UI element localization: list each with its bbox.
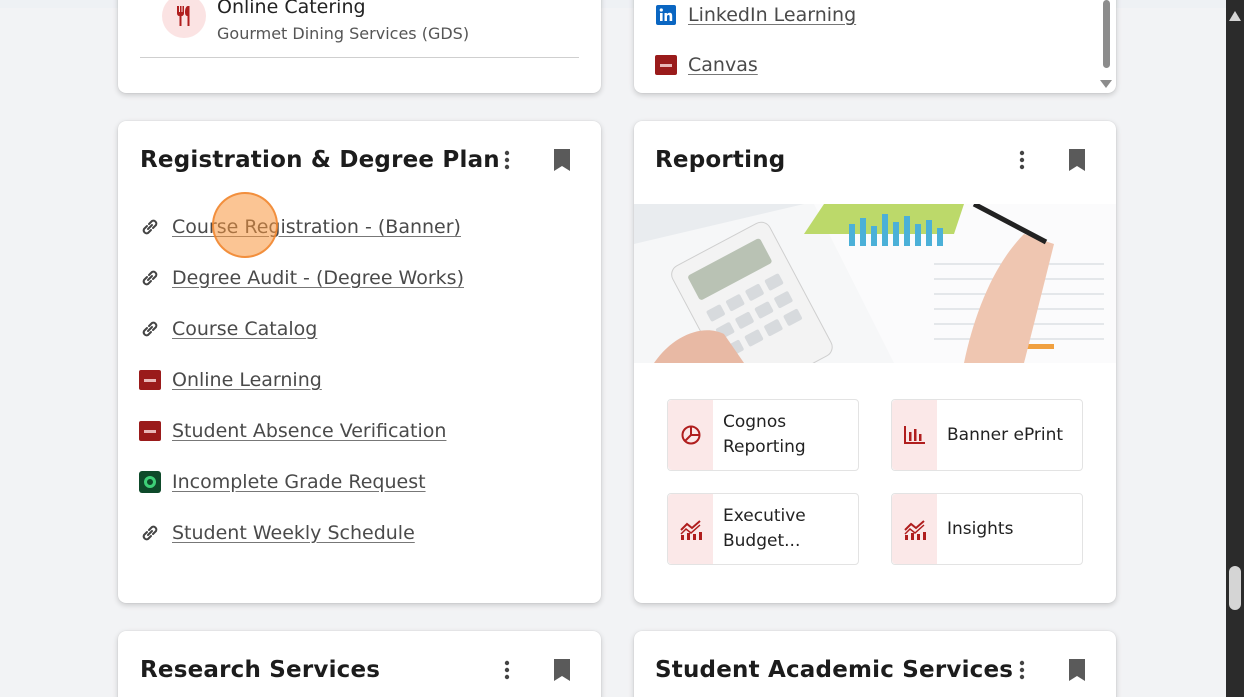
link-label: Incomplete Grade Request — [172, 471, 426, 493]
student-weekly-schedule-link[interactable]: Student Weekly Schedule — [139, 522, 415, 544]
card-title: Reporting — [655, 147, 786, 173]
link-label: Online Learning — [172, 369, 322, 391]
tile-label: Executive Budget... — [723, 506, 806, 551]
course-catalog-link[interactable]: Course Catalog — [139, 318, 317, 340]
registration-card: Registration & Degree Plan Course Regist… — [118, 121, 601, 603]
bookmark-icon[interactable] — [554, 149, 570, 171]
fork-knife-icon — [177, 6, 190, 26]
executive-budget-tile[interactable]: Executive Budget... — [667, 493, 859, 565]
bookmark-icon[interactable] — [554, 659, 570, 681]
page-scrollbar-thumb[interactable] — [1229, 566, 1241, 610]
insights-tile[interactable]: Insights — [891, 493, 1083, 565]
link-icon — [139, 522, 161, 544]
divider — [140, 57, 579, 58]
scroll-up-arrow-icon[interactable] — [1229, 11, 1241, 21]
link-icon — [139, 216, 161, 238]
more-options-icon[interactable] — [1019, 150, 1025, 170]
canvas-link[interactable]: Canvas — [655, 54, 758, 76]
linkedin-icon — [655, 4, 677, 26]
link-label: Course Catalog — [172, 318, 318, 340]
reporting-card: Reporting Cognos Reporting Banner ePrint… — [634, 121, 1116, 603]
card-title: Research Services — [140, 657, 381, 683]
analytics-icon — [892, 494, 937, 564]
more-options-icon[interactable] — [1019, 660, 1025, 680]
cognos-reporting-tile[interactable]: Cognos Reporting — [667, 399, 859, 471]
incomplete-grade-request-link[interactable]: Incomplete Grade Request — [139, 471, 426, 493]
canvas-logo-icon — [655, 54, 677, 76]
tile-label: Insights — [947, 518, 1014, 539]
bookmark-icon[interactable] — [1069, 659, 1085, 681]
linkedin-learning-link[interactable]: LinkedIn Learning — [655, 4, 856, 26]
scroll-down-arrow-icon — [1100, 80, 1112, 88]
student-absence-verification-link[interactable]: Student Absence Verification — [139, 420, 446, 442]
analytics-icon — [668, 494, 713, 564]
course-registration-link[interactable]: Course Registration - (Banner) — [139, 216, 461, 238]
more-options-icon[interactable] — [504, 660, 510, 680]
bookmark-icon[interactable] — [1069, 149, 1085, 171]
inner-scrollbar-thumb[interactable] — [1103, 0, 1110, 68]
link-icon — [139, 267, 161, 289]
dining-card: Online Catering Gourmet Dining Services … — [118, 0, 601, 93]
bar-chart-icon — [892, 400, 937, 470]
research-card: Research Services — [118, 631, 601, 697]
link-label: Course Registration - (Banner) — [172, 216, 461, 238]
tile-label: Banner ePrint — [947, 424, 1064, 445]
dining-icon-circle — [162, 0, 206, 38]
online-learning-link[interactable]: Online Learning — [139, 369, 322, 391]
banner-eprint-tile[interactable]: Banner ePrint — [891, 399, 1083, 471]
green-ring-logo-icon — [139, 471, 161, 493]
link-label: LinkedIn Learning — [688, 4, 857, 26]
card-title: Registration & Degree Plan — [140, 147, 500, 173]
tile-label: Cognos Reporting — [723, 412, 806, 457]
more-options-icon[interactable] — [504, 150, 510, 170]
university-logo-icon — [139, 420, 161, 442]
link-label: Degree Audit - (Degree Works) — [172, 267, 464, 289]
academic-card: Student Academic Services — [634, 631, 1116, 697]
learning-card: LinkedIn Learning Canvas — [634, 0, 1116, 93]
link-icon — [139, 318, 161, 340]
link-label: Canvas — [688, 54, 758, 76]
dining-item-title[interactable]: Online Catering — [217, 0, 366, 18]
link-label: Student Weekly Schedule — [172, 522, 415, 544]
university-logo-icon — [139, 369, 161, 391]
card-title: Student Academic Services — [655, 657, 1014, 683]
degree-audit-link[interactable]: Degree Audit - (Degree Works) — [139, 267, 464, 289]
pie-chart-icon — [668, 400, 713, 470]
link-label: Student Absence Verification — [172, 420, 447, 442]
inner-scrollbar-track[interactable] — [1100, 0, 1112, 93]
dining-item-subtitle: Gourmet Dining Services (GDS) — [217, 24, 470, 43]
reporting-banner-image — [634, 204, 1116, 363]
